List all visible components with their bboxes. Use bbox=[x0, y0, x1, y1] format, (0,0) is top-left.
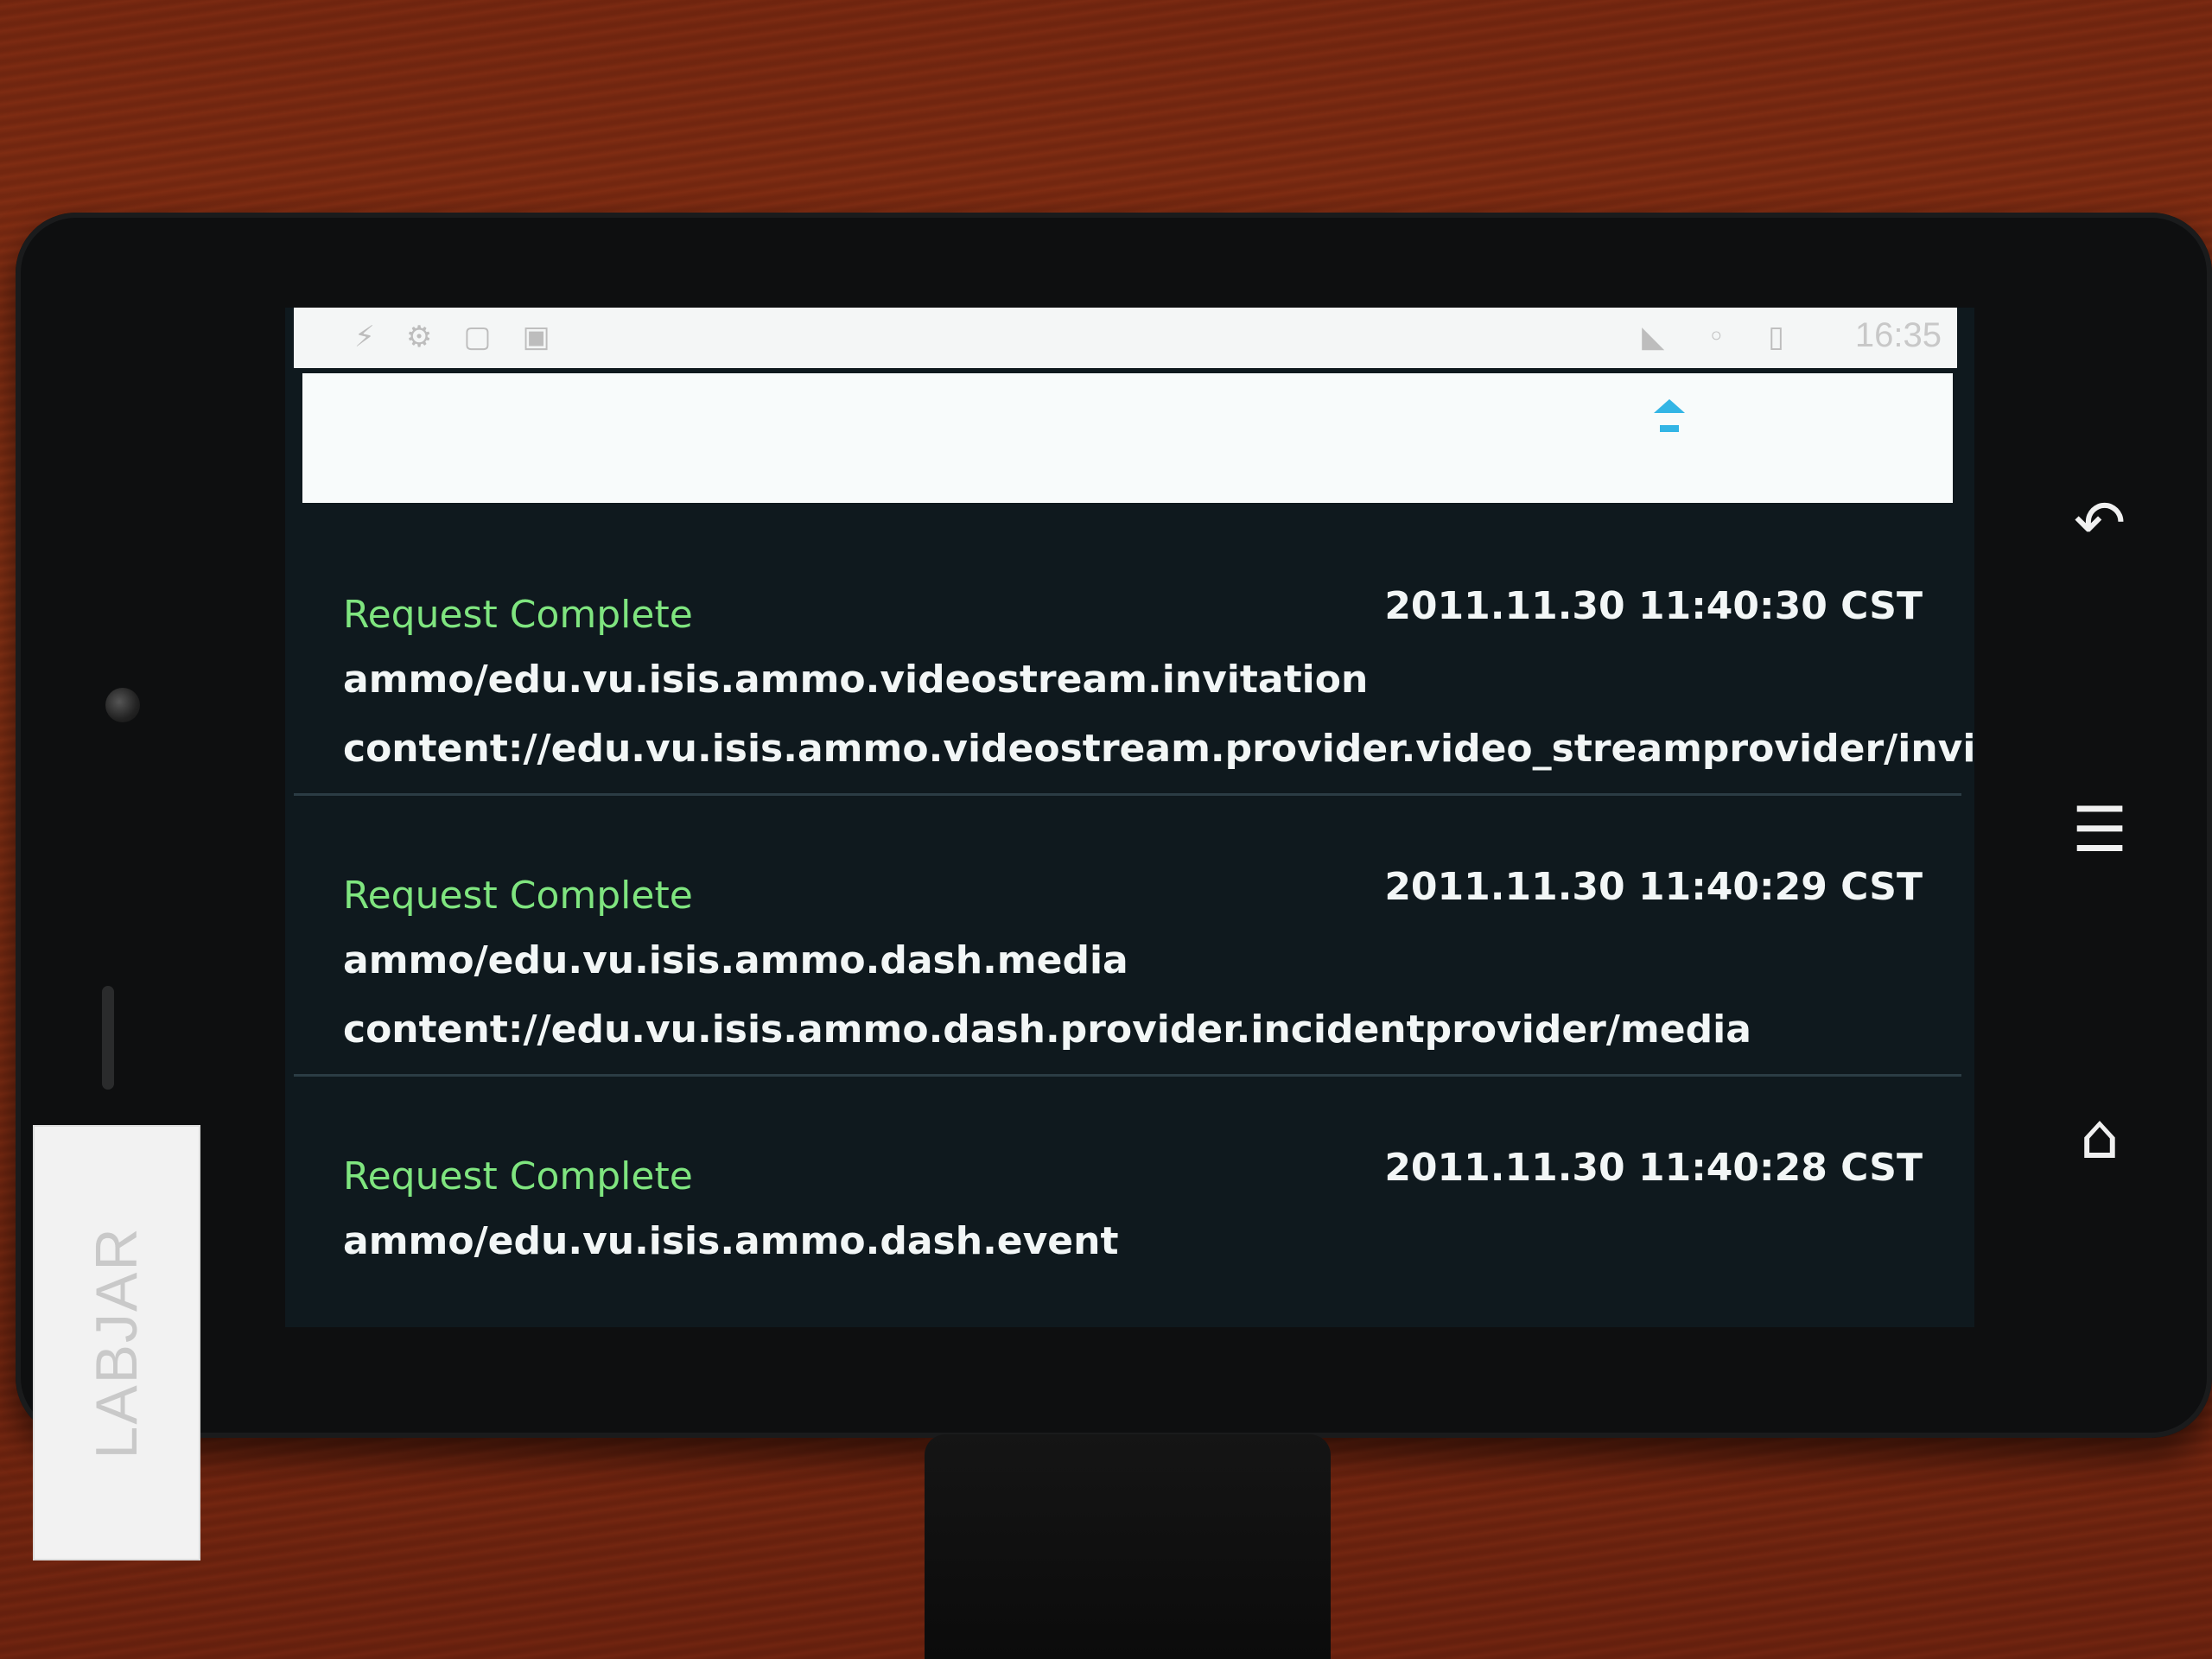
sd-card-icon: ▢ bbox=[463, 320, 492, 354]
notification-icon: ▣ bbox=[522, 320, 550, 354]
status-icons-right: ◣ ◦ ▯ bbox=[1642, 320, 1784, 354]
request-mime-type: ammo/edu.vu.isis.ammo.dash.media bbox=[343, 938, 1128, 982]
sort-dash bbox=[1660, 425, 1679, 432]
request-status: Request Complete bbox=[343, 1154, 693, 1198]
sort-up-arrow bbox=[1654, 399, 1685, 413]
sort-arrows-icon[interactable] bbox=[1650, 399, 1688, 477]
signal-icon: ◣ bbox=[1642, 320, 1665, 354]
front-camera bbox=[105, 688, 140, 722]
request-content-uri: content://edu.vu.isis.ammo.dash.provider… bbox=[343, 1007, 1751, 1052]
menu-icon[interactable]: ☰ bbox=[2061, 791, 2139, 868]
list-item[interactable]: Request Complete 2011.11.30 11:40:30 CST… bbox=[294, 515, 1974, 796]
hardware-nav-keys: ↶ ☰ ⌂ bbox=[2048, 484, 2152, 1175]
request-content-uri: content://edu.vu.isis.ammo.videostream.p… bbox=[343, 727, 1974, 771]
status-bar: ⚡ ⚙ ▢ ▣ ◣ ◦ ▯ 16:35 bbox=[294, 308, 1957, 368]
battery-icon: ▯ bbox=[1768, 320, 1784, 354]
request-timestamp: 2011.11.30 11:40:30 CST bbox=[1384, 584, 1923, 628]
request-list: Request Complete 2011.11.30 11:40:30 CST… bbox=[294, 515, 1974, 1327]
title-bar bbox=[302, 373, 1953, 503]
list-item[interactable]: Request Complete 2011.11.30 11:40:28 CST… bbox=[294, 1077, 1961, 1327]
request-timestamp: 2011.11.30 11:40:28 CST bbox=[1384, 1146, 1923, 1190]
request-timestamp: 2011.11.30 11:40:29 CST bbox=[1384, 865, 1923, 909]
sticker-text: LABJAR bbox=[84, 1226, 149, 1459]
screen: ⚡ ⚙ ▢ ▣ ◣ ◦ ▯ 16:35 Request Complete 201… bbox=[285, 308, 1974, 1327]
request-status: Request Complete bbox=[343, 874, 693, 918]
usb-plug bbox=[925, 1434, 1331, 1659]
status-time: 16:35 bbox=[1854, 316, 1942, 354]
device-label-sticker: LABJAR bbox=[33, 1125, 200, 1560]
usb-icon: ⚡ bbox=[354, 320, 375, 354]
back-icon[interactable]: ↶ bbox=[2061, 484, 2139, 562]
speaker-slot bbox=[102, 986, 114, 1090]
status-icons-left: ⚡ ⚙ ▢ ▣ bbox=[354, 320, 550, 354]
list-item[interactable]: Request Complete 2011.11.30 11:40:29 CST… bbox=[294, 796, 1961, 1077]
request-mime-type: ammo/edu.vu.isis.ammo.dash.event bbox=[343, 1219, 1119, 1263]
request-mime-type: ammo/edu.vu.isis.ammo.videostream.invita… bbox=[343, 658, 1369, 702]
request-status: Request Complete bbox=[343, 593, 693, 637]
home-icon[interactable]: ⌂ bbox=[2061, 1097, 2139, 1175]
wifi-icon: ◦ bbox=[1707, 320, 1726, 354]
settings-icon: ⚙ bbox=[405, 320, 433, 354]
